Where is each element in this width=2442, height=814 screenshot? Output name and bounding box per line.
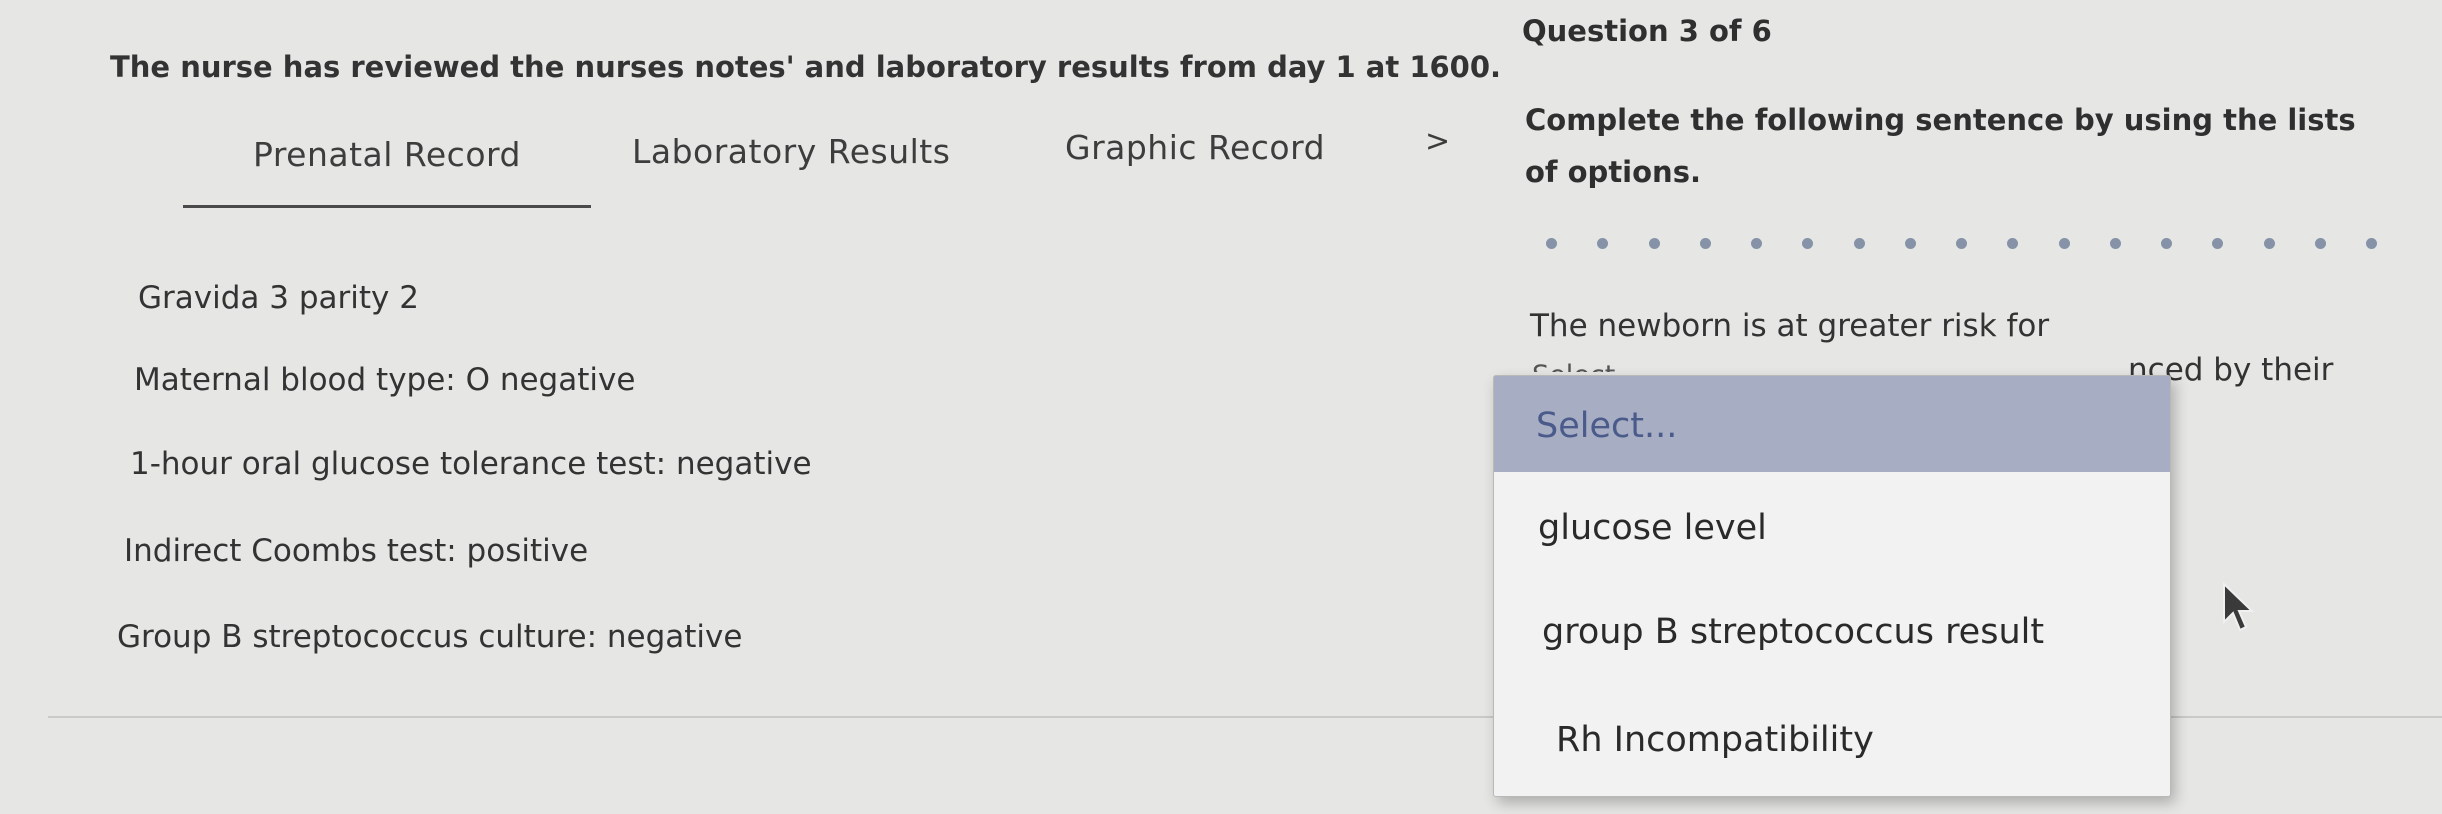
dropdown-option-gbs-result[interactable]: group B streptococcus result [1542,612,2044,652]
progress-dot [2212,238,2224,249]
tab-graphic-record[interactable]: Graphic Record [1065,128,1325,167]
record-gbs-culture: Group B streptococcus culture: negative [117,619,743,655]
chevron-right-icon[interactable]: > [1425,124,1451,159]
progress-dot [2058,238,2070,249]
dropdown-option-glucose-level[interactable]: glucose level [1538,508,1767,548]
record-gravida-parity: Gravida 3 parity 2 [138,280,419,316]
tab-laboratory-results[interactable]: Laboratory Results [632,132,950,171]
select-dropdown-trigger[interactable]: Select [1532,360,1615,372]
question-number: Question 3 of 6 [1522,14,1772,48]
question-instruction: Complete the following sentence by using… [1525,103,2356,189]
record-glucose-tolerance: 1-hour oral glucose tolerance test: nega… [130,446,812,482]
progress-dot [1699,238,1711,249]
active-tab-indicator [183,205,591,208]
progress-dot [1956,238,1967,249]
progress-dot [1648,238,1660,249]
mouse-pointer-icon [2222,581,2258,638]
dropdown-placeholder-label: Select... [1536,406,1678,446]
progress-dot [1751,238,1762,249]
progress-dot [1853,238,1865,249]
progress-dot [2366,238,2377,249]
progress-dot [2007,238,2019,249]
dropdown-option-rh-incompatibility[interactable]: Rh Incompatibility [1556,720,1874,760]
tab-prenatal-record[interactable]: Prenatal Record [253,135,521,174]
progress-dot [2109,238,2121,249]
select-dropdown-menu: Select... glucose level group B streptoc… [1493,375,2171,797]
record-indirect-coombs: Indirect Coombs test: positive [124,533,589,569]
progress-dot [1802,238,1814,249]
progress-dot [1597,238,1609,249]
dropdown-option-placeholder[interactable]: Select... [1494,376,2170,472]
progress-dot [2161,238,2172,249]
progress-dot [2314,238,2326,249]
record-maternal-blood-type: Maternal blood type: O negative [134,362,636,398]
question-sentence-start: The newborn is at greater risk for [1530,308,2050,344]
progress-dot [1546,238,1557,249]
scenario-intro: The nurse has reviewed the nurses notes'… [110,50,1502,84]
progress-dot [2263,238,2275,249]
progress-dot [1904,238,1916,249]
